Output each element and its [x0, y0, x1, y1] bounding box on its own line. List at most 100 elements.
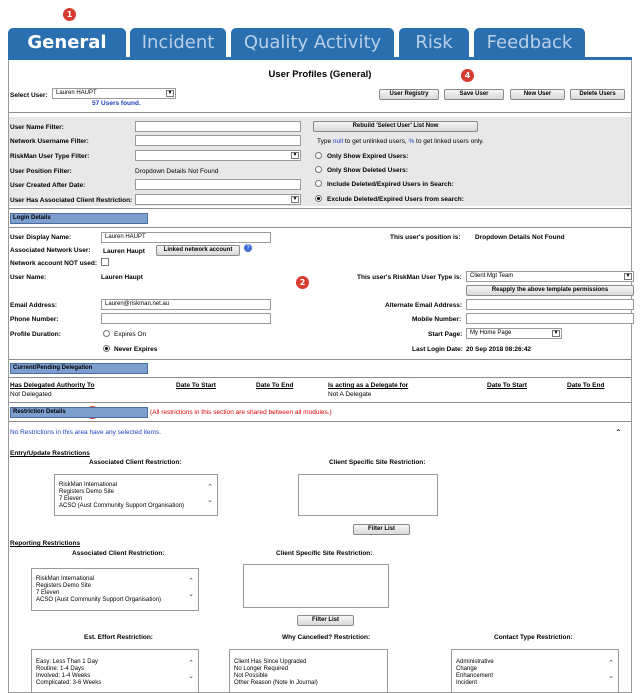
created-after-filter-label: User Created After Date: — [10, 182, 86, 189]
list-item[interactable]: 7 Eleven — [59, 496, 213, 503]
list-item[interactable]: Client Has Since Upgraded — [234, 659, 383, 666]
reporting-assoc-client-list[interactable]: RiskMan International Registers Demo Sit… — [31, 568, 199, 611]
entry-update-heading: Entry/Update Restrictions — [10, 450, 90, 457]
collapse-icon[interactable]: ⌃ — [615, 428, 622, 437]
entry-assoc-client-list[interactable]: RiskMan International Registers Demo Sit… — [54, 474, 218, 516]
alt-email-input[interactable] — [466, 299, 634, 310]
annotation-badge-1: 1 — [63, 8, 76, 21]
reapply-permissions-button[interactable]: Reapply the above template permissions — [466, 285, 634, 296]
reporting-filter-list-button[interactable]: Filter List — [297, 615, 354, 626]
display-name-input[interactable]: Lauren HAUPT — [101, 232, 271, 243]
network-username-filter-input[interactable] — [135, 135, 301, 146]
tab-incident[interactable]: Incident — [130, 28, 226, 58]
delegation-col-authority-to[interactable]: Has Delegated Authority To — [10, 382, 95, 389]
expires-on-radio[interactable] — [103, 330, 110, 337]
list-item[interactable]: Other Reason (Note In Journal) — [234, 680, 383, 687]
list-item[interactable]: RiskMan International — [36, 576, 194, 583]
list-item[interactable]: Routine: 1-4 Days — [36, 666, 194, 673]
user-type-filter-label: RiskMan User Type Filter: — [10, 153, 90, 160]
list-item[interactable]: Change — [456, 666, 614, 673]
user-name-filter-input[interactable] — [135, 121, 301, 132]
user-registry-button[interactable]: User Registry — [379, 89, 439, 100]
network-not-used-checkbox[interactable] — [101, 258, 109, 266]
select-user-dropdown[interactable]: Lauren HAUPT ▼ — [52, 88, 176, 99]
email-input[interactable]: Lauren@riskman.net.au — [101, 299, 271, 310]
save-user-button[interactable]: Save User — [444, 89, 504, 100]
delegate-col-start[interactable]: Date To Start — [487, 382, 527, 389]
client-restriction-filter-select[interactable]: ▼ — [135, 194, 301, 205]
chevron-up-icon[interactable]: ⌃ — [207, 484, 213, 491]
chevron-down-icon[interactable]: ⌄ — [188, 591, 194, 598]
new-user-button[interactable]: New User — [510, 89, 565, 100]
list-item[interactable]: Administrative — [456, 659, 614, 666]
delegation-col-start[interactable]: Date To Start — [176, 382, 216, 389]
only-expired-radio[interactable] — [315, 152, 322, 159]
contact-type-list[interactable]: Administrative Change Enhancement Incide… — [451, 649, 619, 693]
list-item[interactable]: No Longer Required — [234, 666, 383, 673]
exclude-deleted-radio[interactable] — [315, 195, 322, 202]
user-type-select[interactable]: Client Mgt Team ▼ — [466, 271, 634, 282]
display-name-label: User Display Name: — [10, 234, 72, 241]
list-item[interactable]: Not Possible — [234, 673, 383, 680]
why-cancelled-list[interactable]: Client Has Since Upgraded No Longer Requ… — [229, 649, 388, 693]
select-user-label: Select User: — [10, 92, 48, 99]
list-item[interactable]: RiskMan International — [59, 482, 213, 489]
reporting-assoc-client-label: Associated Client Restriction: — [72, 550, 165, 557]
chevron-up-icon[interactable]: ⌃ — [188, 660, 194, 667]
tab-general[interactable]: General — [8, 28, 126, 58]
delegation-col-end[interactable]: Date To End — [256, 382, 293, 389]
list-item[interactable]: Enhancement — [456, 673, 614, 680]
list-item[interactable]: ACSO (Aust Community Support Organisatio… — [36, 597, 194, 604]
list-item[interactable]: ACSO (Aust Community Support Organisatio… — [59, 503, 213, 510]
exclude-deleted-label: Exclude Deleted/Expired Users from searc… — [327, 196, 464, 203]
list-item[interactable]: 7 Eleven — [36, 590, 194, 597]
delete-users-button[interactable]: Delete Users — [570, 89, 625, 100]
est-effort-list[interactable]: Easy: Less Than 1 Day Routine: 1-4 Days … — [31, 649, 199, 693]
divider — [9, 359, 631, 360]
only-expired-label: Only Show Expired Users: — [327, 153, 409, 160]
phone-input[interactable] — [101, 313, 271, 324]
list-item[interactable]: Easy: Less Than 1 Day — [36, 659, 194, 666]
mobile-label: Mobile Number: — [412, 316, 462, 323]
chevron-down-icon[interactable]: ⌄ — [207, 497, 213, 504]
chevron-down-icon[interactable]: ⌄ — [608, 673, 614, 680]
user-position-filter-label: User Position Filter: — [10, 168, 72, 175]
list-item[interactable]: Registers Demo Site — [36, 583, 194, 590]
restriction-header: Restriction Details — [10, 407, 148, 418]
start-page-select[interactable]: My Home Page ▼ — [466, 328, 562, 339]
created-after-filter-input[interactable] — [135, 179, 301, 190]
tab-risk[interactable]: Risk — [399, 28, 469, 58]
delegation-value: Not Delegated — [10, 391, 52, 398]
mobile-input[interactable] — [466, 313, 634, 324]
chevron-down-icon: ▼ — [166, 90, 174, 97]
help-icon[interactable]: ? — [244, 244, 252, 252]
include-deleted-label: Include Deleted/Expired Users in Search: — [327, 181, 454, 188]
chevron-down-icon[interactable]: ⌄ — [188, 673, 194, 680]
delegate-for-value: Not A Delegate — [328, 391, 372, 398]
assoc-network-label: Associated Network User: — [10, 247, 91, 254]
chevron-up-icon[interactable]: ⌃ — [188, 578, 194, 585]
entry-client-site-list[interactable] — [298, 474, 438, 516]
never-expires-radio[interactable] — [103, 345, 110, 352]
tab-feedback[interactable]: Feedback — [474, 28, 585, 58]
list-item[interactable]: Complicated: 3-6 Weeks — [36, 680, 194, 687]
list-item[interactable]: Incident — [456, 680, 614, 687]
only-deleted-radio[interactable] — [315, 166, 322, 173]
profile-duration-label: Profile Duration: — [10, 331, 61, 338]
reporting-client-site-list[interactable] — [243, 564, 389, 608]
delegate-col-end[interactable]: Date To End — [567, 382, 604, 389]
linked-network-account-button[interactable]: Linked network account — [156, 245, 240, 256]
include-deleted-radio[interactable] — [315, 180, 322, 187]
rebuild-list-button[interactable]: Rebuild 'Select User' List Now — [313, 121, 478, 132]
delegate-for-col[interactable]: Is acting as a Delegate for — [328, 382, 408, 389]
list-item[interactable]: Registers Demo Site — [59, 489, 213, 496]
divider — [9, 227, 631, 228]
entry-filter-list-button[interactable]: Filter List — [353, 524, 410, 535]
email-label: Email Address: — [10, 302, 58, 309]
chevron-up-icon[interactable]: ⌃ — [608, 660, 614, 667]
list-item[interactable]: Involved: 1-4 Weeks — [36, 673, 194, 680]
position-label: This user's position is: — [390, 234, 461, 241]
divider — [9, 377, 631, 378]
tab-quality-activity[interactable]: Quality Activity — [231, 28, 394, 58]
user-type-filter-select[interactable]: ▼ — [135, 150, 301, 161]
